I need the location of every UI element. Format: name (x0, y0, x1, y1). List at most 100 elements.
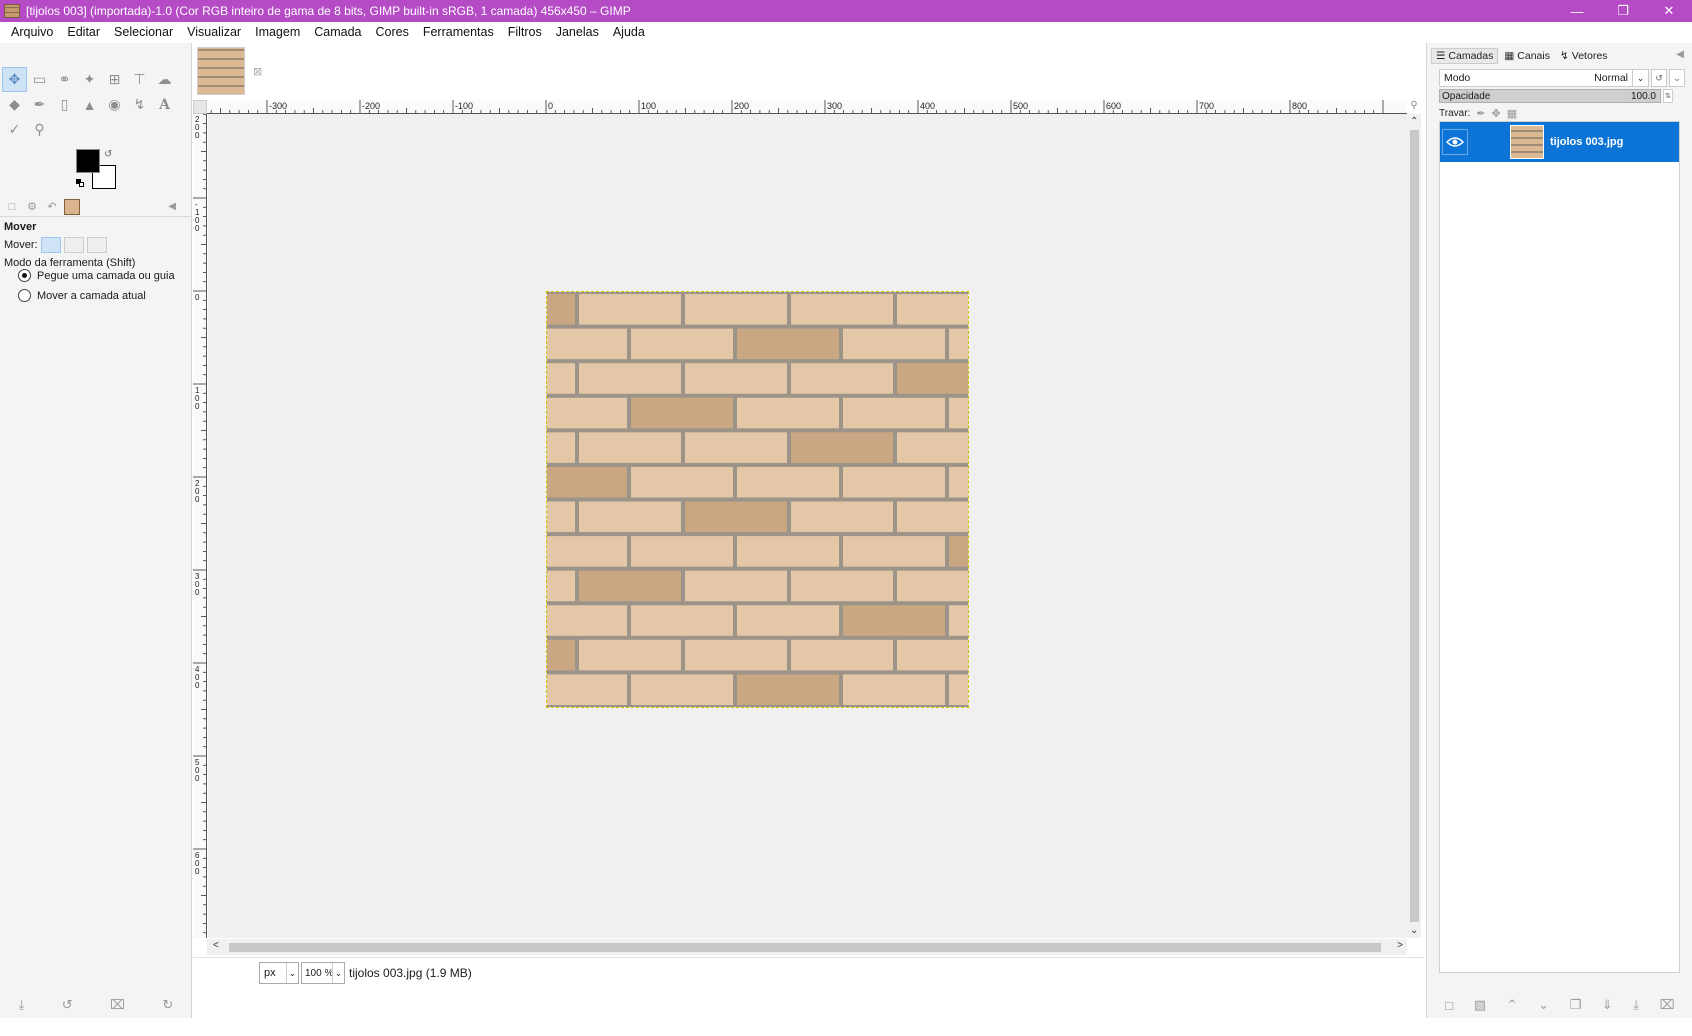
menu-imagem[interactable]: Imagem (248, 25, 307, 39)
swap-colors-icon[interactable]: ↺ (104, 149, 112, 160)
lock-position-icon[interactable]: ✥ (1492, 107, 1501, 120)
opacity-value: 100.0 (1630, 90, 1656, 102)
menu-filtros[interactable]: Filtros (501, 25, 549, 39)
eraser-button[interactable]: ▯ (52, 92, 77, 117)
bucket-fill-button[interactable]: ◆ (2, 92, 27, 117)
unit-select[interactable]: px ⌄ (259, 962, 299, 984)
scroll-left-icon[interactable]: < (213, 940, 219, 951)
radio-pick-layer-indicator[interactable] (18, 269, 31, 282)
vertical-ruler[interactable]: -200-1000100200300400500600 (193, 114, 207, 938)
default-colors-icon[interactable] (76, 179, 84, 187)
radio-move-active-indicator[interactable] (18, 289, 31, 302)
paths-button[interactable]: ↯ (127, 92, 152, 117)
menu-visualizar[interactable]: Visualizar (180, 25, 248, 39)
radio-move-active-layer[interactable]: Mover a camada atual (18, 289, 146, 302)
move-tool-button[interactable]: ✥ (2, 67, 27, 92)
merge-layer-icon[interactable]: ⤓ (1633, 997, 1639, 1013)
opacity-spin-icon[interactable]: ⇅ (1663, 89, 1673, 103)
layer-row[interactable]: tijolos 003.jpg (1440, 122, 1679, 162)
undo-history-tab-icon[interactable]: ↶ (44, 199, 60, 215)
lock-pixels-icon[interactable]: ✒ (1476, 107, 1485, 120)
text-tool-button[interactable]: A (152, 92, 177, 117)
move-layer-button[interactable] (40, 237, 61, 253)
brick (949, 536, 1051, 567)
anchor-layer-icon[interactable]: ⇓ (1602, 997, 1613, 1013)
paintbrush-button[interactable]: ✒ (27, 92, 52, 117)
menu-janelas[interactable]: Janelas (549, 25, 606, 39)
quick-mask-toggle[interactable] (193, 100, 207, 114)
close-image-tab-icon[interactable]: ⊠ (253, 65, 262, 78)
delete-options-icon[interactable]: ⌧ (110, 997, 125, 1013)
menu-ferramentas[interactable]: Ferramentas (416, 25, 501, 39)
smudge-icon: ◉ (108, 96, 121, 112)
paths-icon: ↯ (1559, 50, 1569, 62)
tool-grid: ✥ ▭ ⚭ ✦ ⊞ ⊤ ☁ ◆ ✒ ▯ ▲ ◉ ↯ A ✓ ⚲ (2, 67, 177, 142)
ruler-h-label: -200 (362, 101, 380, 111)
minimize-button[interactable]: — (1554, 0, 1600, 22)
warp-transform-icon: ☁ (157, 71, 172, 87)
pattern-tab-icon[interactable] (64, 198, 80, 215)
brick (737, 328, 839, 360)
image-tab-thumbnail[interactable] (197, 47, 245, 95)
eye-icon[interactable] (1442, 129, 1468, 155)
dock-menu-icon[interactable]: ◀ (1676, 49, 1684, 60)
foreground-color[interactable] (76, 149, 100, 173)
move-path-button[interactable] (86, 237, 107, 253)
close-button[interactable]: ✕ (1646, 0, 1692, 22)
crop-button[interactable]: ⊞ (102, 67, 127, 92)
vertical-scroll-thumb[interactable] (1410, 130, 1419, 922)
restore-button[interactable]: ❐ (1600, 0, 1646, 22)
opacity-slider[interactable]: Opacidade 100.0 (1439, 89, 1661, 103)
menu-ajuda[interactable]: Ajuda (606, 25, 652, 39)
reset-options-icon[interactable]: ↻ (162, 997, 173, 1013)
color-picker-button[interactable]: ✓ (2, 117, 27, 142)
tool-options-tab-icon[interactable]: □ (4, 199, 20, 215)
lock-alpha-icon[interactable]: ▦ (1507, 107, 1517, 120)
lasso-button[interactable]: ⚭ (52, 67, 77, 92)
fuzzy-select-button[interactable]: ✦ (77, 67, 102, 92)
zoom-follow-icon[interactable]: ⚲ (1407, 100, 1421, 114)
dock-menu-icon[interactable]: ◀ (168, 201, 176, 212)
zoom-tool-button[interactable]: ⚲ (27, 117, 52, 142)
menu-arquivo[interactable]: Arquivo (4, 25, 60, 39)
menu-selecionar[interactable]: Selecionar (107, 25, 180, 39)
chevron-down-icon[interactable]: ⌄ (1669, 69, 1685, 87)
restore-options-icon[interactable]: ↺ (62, 997, 73, 1013)
scroll-right-icon[interactable]: > (1397, 940, 1403, 951)
device-status-tab-icon[interactable]: ⚙ (24, 199, 40, 215)
brick (791, 363, 893, 394)
layer-mode-select[interactable]: Modo Normal ⌄ (1439, 69, 1649, 87)
lower-layer-icon[interactable]: ⌄ (1538, 997, 1549, 1013)
smudge-button[interactable]: ◉ (102, 92, 127, 117)
move-selection-button[interactable] (63, 237, 84, 253)
menu-cores[interactable]: Cores (369, 25, 416, 39)
scroll-down-icon[interactable]: ⌄ (1410, 925, 1418, 936)
rect-select-button[interactable]: ▭ (27, 67, 52, 92)
window-bottom (0, 1018, 1692, 1036)
radio-pick-layer[interactable]: Pegue uma camada ou guia (18, 269, 175, 282)
clone-button[interactable]: ▲ (77, 92, 102, 117)
tab-paths[interactable]: ↯ Vetores (1556, 49, 1611, 63)
menu-camada[interactable]: Camada (307, 25, 368, 39)
unified-transform-button[interactable]: ⊤ (127, 67, 152, 92)
horizontal-scroll-thumb[interactable] (229, 943, 1381, 952)
vertical-scrollbar[interactable]: ⌃ ⌄ (1407, 114, 1421, 938)
menu-editar[interactable]: Editar (60, 25, 107, 39)
image-canvas-brick-texture[interactable] (473, 291, 1051, 708)
zoom-tool-icon: ⚲ (34, 121, 45, 137)
zoom-select[interactable]: 100 % ⌄ (301, 962, 345, 984)
save-options-icon[interactable]: ⤓ (19, 997, 25, 1013)
horizontal-ruler[interactable]: -300 -200 -100 0 100 200 300 400 500 600 700 800 (207, 100, 1407, 114)
new-layer-group-icon[interactable]: ▧ (1474, 997, 1486, 1013)
raise-layer-icon[interactable]: ⌃ (1507, 997, 1518, 1013)
tab-channels[interactable]: ▦ Canais (1500, 49, 1554, 63)
brick (949, 466, 1051, 498)
new-layer-icon[interactable]: □ (1445, 998, 1453, 1013)
tab-layers[interactable]: ☰ Camadas (1431, 48, 1499, 64)
horizontal-scrollbar[interactable]: < > (207, 939, 1407, 955)
delete-layer-icon[interactable]: ⌧ (1660, 997, 1675, 1013)
switch-mode-icon[interactable]: ↺ (1651, 69, 1667, 87)
scroll-up-icon[interactable]: ⌃ (1410, 116, 1418, 127)
duplicate-layer-icon[interactable]: ❐ (1570, 997, 1582, 1013)
warp-transform-button[interactable]: ☁ (152, 67, 177, 92)
